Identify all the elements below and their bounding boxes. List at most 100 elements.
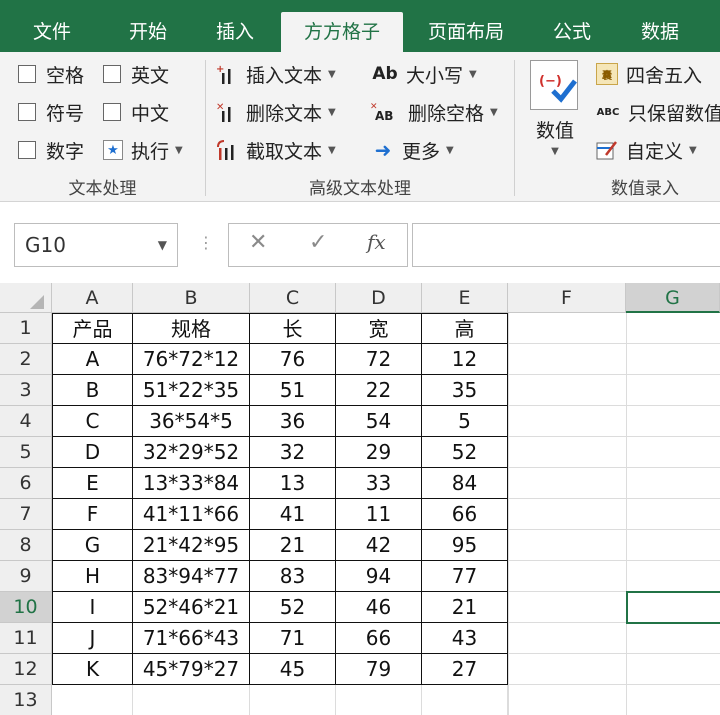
table-cell[interactable]: 27 bbox=[422, 654, 508, 685]
column-header-a[interactable]: A bbox=[52, 283, 133, 313]
table-cell[interactable]: 29 bbox=[336, 437, 422, 468]
table-cell[interactable]: 84 bbox=[422, 468, 508, 499]
extract-text-button[interactable]: 截取文本 ▼ bbox=[216, 135, 336, 165]
row-header-10[interactable]: 10 bbox=[0, 592, 52, 623]
tab-insert[interactable]: 插入 bbox=[205, 12, 265, 52]
execute-button[interactable]: ★ 执行 ▼ bbox=[103, 135, 183, 165]
table-cell[interactable]: 52 bbox=[422, 437, 508, 468]
table-cell[interactable]: 46 bbox=[336, 592, 422, 623]
table-cell[interactable]: J bbox=[52, 623, 133, 654]
table-cell[interactable]: 36 bbox=[250, 406, 336, 437]
numeric-button[interactable]: (−) 数值 ▼ bbox=[524, 58, 586, 168]
selected-cell[interactable] bbox=[626, 591, 720, 624]
checkbox-box[interactable] bbox=[18, 141, 36, 159]
column-header-f[interactable]: F bbox=[508, 283, 626, 313]
table-cell[interactable]: 42 bbox=[336, 530, 422, 561]
table-cell[interactable] bbox=[250, 685, 336, 715]
row-header-4[interactable]: 4 bbox=[0, 406, 52, 437]
table-cell[interactable]: K bbox=[52, 654, 133, 685]
table-cell[interactable]: 66 bbox=[422, 499, 508, 530]
formula-input[interactable] bbox=[412, 223, 720, 267]
table-cell[interactable] bbox=[133, 685, 250, 715]
table-cell[interactable]: 76*72*12 bbox=[133, 344, 250, 375]
row-header-12[interactable]: 12 bbox=[0, 654, 52, 685]
table-cell[interactable]: 83*94*77 bbox=[133, 561, 250, 592]
checkbox-box[interactable] bbox=[103, 103, 121, 121]
table-cell[interactable]: 21 bbox=[422, 592, 508, 623]
table-cell[interactable]: A bbox=[52, 344, 133, 375]
row-header-5[interactable]: 5 bbox=[0, 437, 52, 468]
table-cell[interactable]: 76 bbox=[250, 344, 336, 375]
column-header-c[interactable]: C bbox=[250, 283, 336, 313]
tab-fangfanggezi[interactable]: 方方格子 bbox=[281, 12, 403, 52]
keep-numeric-button[interactable]: ABC 只保留数值 bbox=[596, 97, 720, 127]
table-cell[interactable] bbox=[422, 685, 508, 715]
insert-function-icon[interactable]: fx bbox=[367, 230, 386, 254]
round-button[interactable]: 囊四舍五入 bbox=[596, 59, 702, 89]
row-header-11[interactable]: 11 bbox=[0, 623, 52, 654]
checkbox-english[interactable]: 英文 bbox=[103, 59, 169, 89]
checkbox-symbol[interactable]: 符号 bbox=[18, 97, 84, 127]
custom-button[interactable]: 自定义 ▼ bbox=[596, 135, 697, 165]
table-cell[interactable]: 66 bbox=[336, 623, 422, 654]
table-cell[interactable]: H bbox=[52, 561, 133, 592]
confirm-icon[interactable]: ✓ bbox=[309, 230, 327, 255]
case-button[interactable]: Ab 大小写 ▼ bbox=[372, 59, 476, 89]
table-cell[interactable]: 21 bbox=[250, 530, 336, 561]
table-cell[interactable]: 35 bbox=[422, 375, 508, 406]
table-cell[interactable]: G bbox=[52, 530, 133, 561]
delete-spaces-button[interactable]: ✕ AB 删除空格 ▼ bbox=[370, 97, 498, 127]
table-cell[interactable]: 83 bbox=[250, 561, 336, 592]
table-cell[interactable]: 13 bbox=[250, 468, 336, 499]
checkbox-space[interactable]: 空格 bbox=[18, 59, 84, 89]
table-cell[interactable]: 79 bbox=[336, 654, 422, 685]
table-cell[interactable]: F bbox=[52, 499, 133, 530]
row-header-9[interactable]: 9 bbox=[0, 561, 52, 592]
table-cell[interactable]: 宽 bbox=[336, 313, 422, 344]
column-header-e[interactable]: E bbox=[422, 283, 508, 313]
table-cell[interactable]: 54 bbox=[336, 406, 422, 437]
column-header-d[interactable]: D bbox=[336, 283, 422, 313]
tab-formulas[interactable]: 公式 bbox=[540, 12, 604, 52]
row-header-6[interactable]: 6 bbox=[0, 468, 52, 499]
row-header-8[interactable]: 8 bbox=[0, 530, 52, 561]
select-all-corner[interactable] bbox=[0, 283, 52, 313]
table-cell[interactable]: 36*54*5 bbox=[133, 406, 250, 437]
table-cell[interactable]: 43 bbox=[422, 623, 508, 654]
table-cell[interactable]: 45 bbox=[250, 654, 336, 685]
table-cell[interactable]: 5 bbox=[422, 406, 508, 437]
row-header-3[interactable]: 3 bbox=[0, 375, 52, 406]
row-header-2[interactable]: 2 bbox=[0, 344, 52, 375]
table-cell[interactable]: 22 bbox=[336, 375, 422, 406]
row-header-7[interactable]: 7 bbox=[0, 499, 52, 530]
table-cell[interactable]: 45*79*27 bbox=[133, 654, 250, 685]
table-cell[interactable] bbox=[52, 685, 133, 715]
table-cell[interactable]: 71*66*43 bbox=[133, 623, 250, 654]
chevron-down-icon[interactable]: ▼ bbox=[158, 224, 167, 266]
table-cell[interactable]: 32*29*52 bbox=[133, 437, 250, 468]
column-header-b[interactable]: B bbox=[133, 283, 250, 313]
table-cell[interactable]: 51 bbox=[250, 375, 336, 406]
table-cell[interactable]: D bbox=[52, 437, 133, 468]
table-cell[interactable]: E bbox=[52, 468, 133, 499]
tab-page-layout[interactable]: 页面布局 bbox=[420, 12, 512, 52]
delete-text-button[interactable]: ✕ 删除文本 ▼ bbox=[216, 97, 336, 127]
table-cell[interactable]: 95 bbox=[422, 530, 508, 561]
name-box[interactable]: G10 ▼ bbox=[14, 223, 178, 267]
table-cell[interactable]: 13*33*84 bbox=[133, 468, 250, 499]
table-cell[interactable]: 规格 bbox=[133, 313, 250, 344]
table-cell[interactable]: 长 bbox=[250, 313, 336, 344]
table-cell[interactable]: 32 bbox=[250, 437, 336, 468]
table-cell[interactable]: 72 bbox=[336, 344, 422, 375]
checkbox-box[interactable] bbox=[18, 103, 36, 121]
row-header-13[interactable]: 13 bbox=[0, 685, 52, 715]
table-cell[interactable]: 71 bbox=[250, 623, 336, 654]
table-cell[interactable]: 52*46*21 bbox=[133, 592, 250, 623]
column-header-g[interactable]: G bbox=[626, 283, 720, 313]
table-cell[interactable]: 77 bbox=[422, 561, 508, 592]
checkbox-box[interactable] bbox=[103, 65, 121, 83]
tab-data[interactable]: 数据 bbox=[628, 12, 692, 52]
tab-home[interactable]: 开始 bbox=[118, 12, 178, 52]
cancel-icon[interactable]: ✕ bbox=[249, 230, 267, 255]
table-cell[interactable]: 11 bbox=[336, 499, 422, 530]
